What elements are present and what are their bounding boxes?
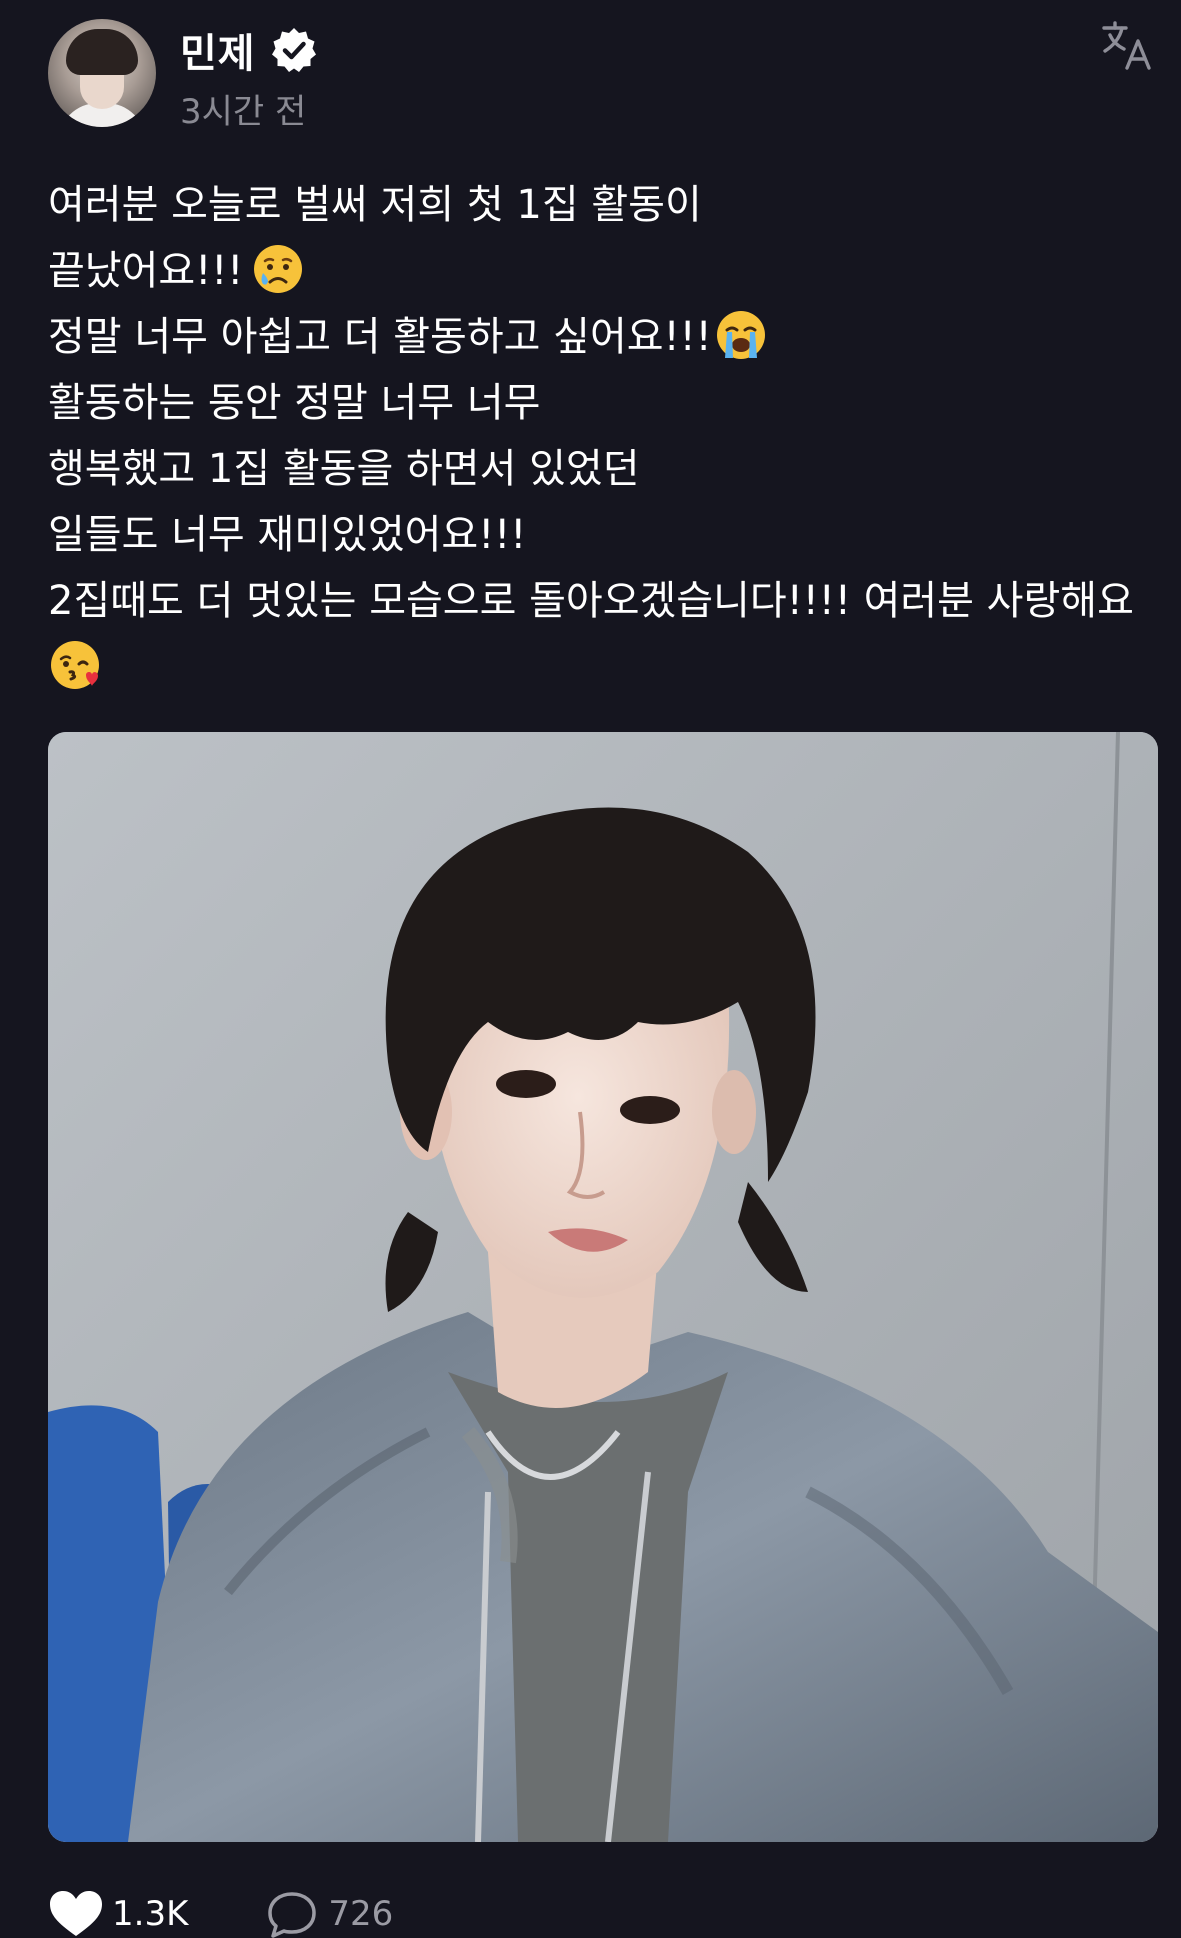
post-timestamp: 3시간 전 — [180, 92, 307, 132]
author-row: 민제 — [180, 22, 318, 78]
post-actions: 1.3K 726 — [48, 1890, 469, 1938]
like-count: 1.3K — [112, 1894, 189, 1934]
translate-icon[interactable] — [1100, 18, 1156, 74]
post-line: 행복했고 1집 활동을 하면서 있었던 — [48, 446, 640, 492]
like-button[interactable]: 1.3K — [48, 1890, 188, 1938]
username[interactable]: 민제 — [180, 21, 256, 79]
post-line-with-emoji: 정말 너무 아쉽고 더 활동하고 싶어요!!! — [48, 304, 1148, 370]
reply-count: 726 — [328, 1894, 394, 1934]
post-line: 정말 너무 아쉽고 더 활동하고 싶어요!!! — [48, 314, 712, 360]
heart-icon — [50, 1891, 102, 1936]
face-blowing-kiss-emoji-icon — [51, 641, 99, 689]
comment-bubble-icon — [268, 1892, 317, 1938]
verified-badge-icon — [271, 28, 316, 72]
post-line: 2집때도 더 멋있는 모습으로 돌아오겠습니다!!!! 여러분 사랑해요 — [48, 578, 1134, 624]
selfie-photo-illustration — [48, 732, 1158, 1842]
post-line: 여러분 오늘로 벌써 저희 첫 1집 활동이 — [48, 182, 702, 228]
post-line: 끝났어요!!! — [48, 248, 244, 294]
reply-button[interactable]: 726 — [264, 1890, 393, 1938]
post-card: 민제 3시간 전 여러분 오늘로 벌써 저희 첫 1집 활동이 끝났어요!!! — [0, 0, 1181, 1938]
post-line-emoji — [48, 634, 1148, 700]
post-image[interactable] — [48, 732, 1158, 1842]
post-line: 일들도 너무 재미있었어요!!! — [48, 512, 527, 558]
post-line-with-emoji: 끝났어요!!! — [48, 238, 1148, 304]
avatar[interactable] — [48, 19, 156, 127]
post-line: 활동하는 동안 정말 너무 너무 — [48, 380, 541, 426]
crying-face-emoji-icon — [254, 245, 303, 293]
loudly-crying-face-emoji-icon — [716, 311, 765, 359]
post-body: 여러분 오늘로 벌써 저희 첫 1집 활동이 끝났어요!!! 정말 너무 아쉽고… — [48, 172, 1148, 700]
